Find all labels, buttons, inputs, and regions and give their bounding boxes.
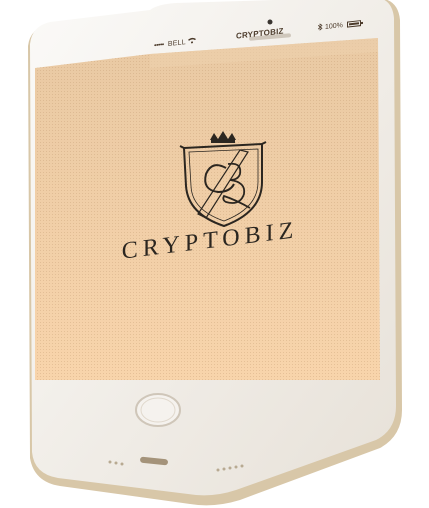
signal-dots-icon: ••••• — [154, 41, 164, 50]
status-right: 100% — [317, 19, 361, 32]
battery-percentage: 100% — [324, 22, 343, 31]
status-bar: ••••• BELL CRYPTOBIZ 100% — [150, 15, 382, 54]
crown-crest-logo — [179, 131, 267, 228]
device-mockup: ••••• BELL CRYPTOBIZ 100% CRYPTOBIZ — [0, 0, 429, 508]
status-app-title: CRYPTOBIZ — [236, 26, 284, 41]
bluetooth-icon — [317, 23, 325, 32]
crown-icon — [210, 131, 236, 143]
shield-icon — [182, 142, 263, 228]
battery-icon — [346, 20, 361, 28]
screen-content: ••••• BELL CRYPTOBIZ 100% CRYPTOBIZ — [0, 0, 429, 508]
carrier-label: BELL — [167, 39, 186, 49]
status-left: ••••• BELL — [154, 37, 196, 50]
wifi-icon — [187, 37, 196, 46]
